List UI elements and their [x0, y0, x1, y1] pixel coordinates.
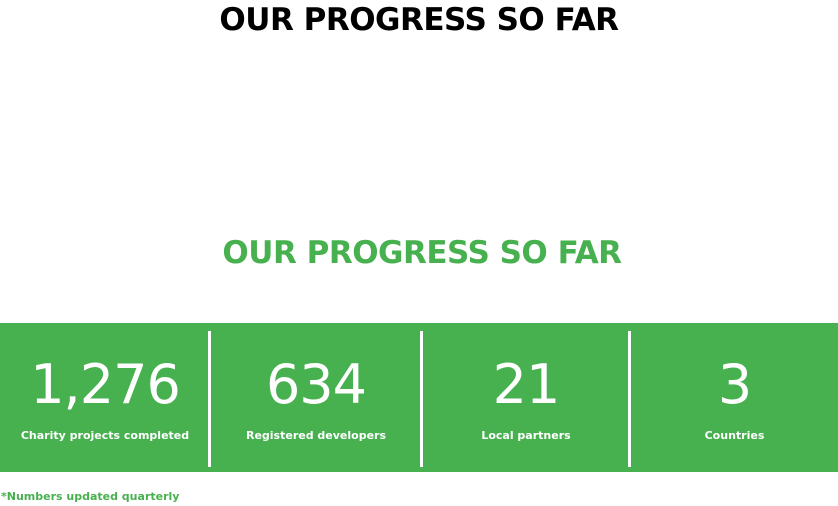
- stat-label: Countries: [704, 429, 765, 442]
- page-title: OUR PROGRESS SO FAR: [219, 2, 619, 38]
- stat-value: 634: [265, 353, 367, 416]
- stat-value: 1,276: [30, 353, 181, 416]
- stat-label: Registered developers: [245, 429, 387, 442]
- stat-value: 3: [717, 353, 752, 416]
- footnote: *Numbers updated quarterly: [1, 490, 180, 503]
- stat-countries: 3 Countries: [631, 323, 838, 472]
- stat-charity-projects: 1,276 Charity projects completed: [0, 323, 210, 472]
- stat-label: Local partners: [481, 429, 571, 442]
- progress-page: OUR PROGRESS SO FAR OUR PROGRESS SO FAR …: [0, 0, 838, 506]
- stat-label: Charity projects completed: [20, 429, 190, 442]
- stats-band: 1,276 Charity projects completed 634 Reg…: [0, 323, 838, 472]
- stat-local-partners: 21 Local partners: [423, 323, 629, 472]
- stat-value: 21: [492, 353, 561, 416]
- progress-heading: OUR PROGRESS SO FAR: [222, 235, 622, 271]
- stat-registered-developers: 634 Registered developers: [211, 323, 421, 472]
